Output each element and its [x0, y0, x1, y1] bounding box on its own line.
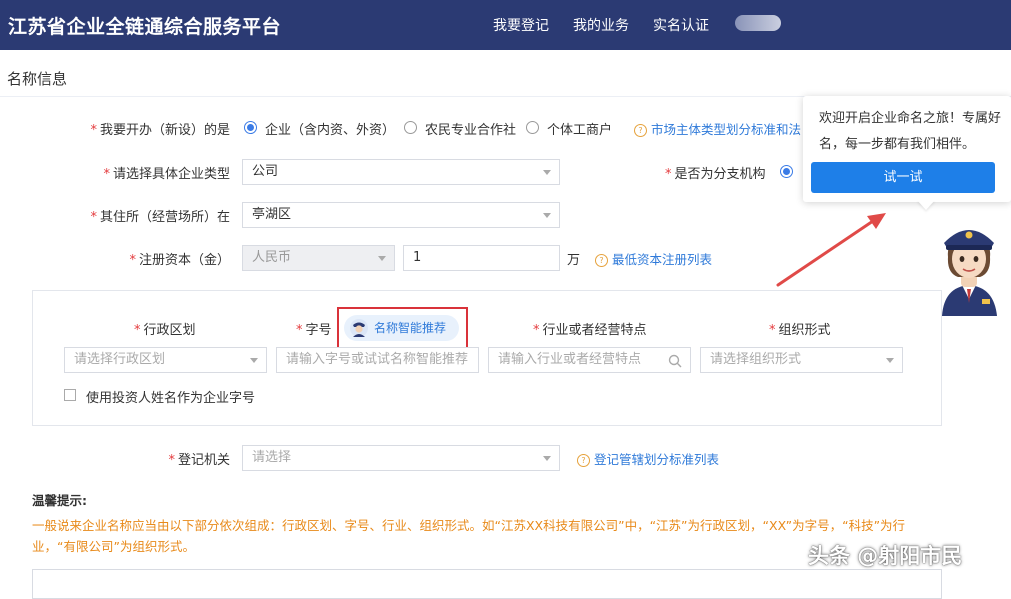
- residence-label: * 其住所（经营场所）在: [90, 210, 230, 225]
- chevron-down-icon: [543, 170, 551, 175]
- chevron-down-icon: [543, 213, 551, 218]
- header-notch: [708, 50, 1011, 60]
- capital-unit: 万: [567, 253, 581, 268]
- help-icon: ?: [634, 124, 647, 137]
- nav-user-blurred[interactable]: [735, 15, 781, 31]
- assistant-popup: 欢迎开启企业命名之旅！专属好名，每一步都有我们相伴。 试一试: [803, 96, 1011, 202]
- annotation-arrow-icon: [776, 213, 886, 287]
- popup-tail: [917, 200, 935, 210]
- registry-label: * 登记机关: [168, 453, 230, 468]
- radio-enterprise-label[interactable]: 企业（含内资、外资）: [265, 119, 395, 138]
- help-icon: ?: [577, 454, 590, 467]
- chevron-down-icon: [886, 358, 894, 363]
- radio-enterprise[interactable]: [244, 121, 257, 134]
- watermark: 头条 @射阳市民: [808, 544, 963, 568]
- entity-type-standard-link[interactable]: ? 市场主体类型划分标准和法: [634, 119, 801, 138]
- top-nav-bar: 江苏省企业全链通综合服务平台 我要登记 我的业务 实名认证: [0, 0, 1011, 50]
- capital-input[interactable]: 1: [403, 245, 560, 271]
- radio-cooperative-label[interactable]: 农民专业合作社: [425, 119, 516, 138]
- org-form-header: * 组织形式: [769, 323, 831, 338]
- tips-title: 温馨提示:: [32, 493, 87, 508]
- try-button[interactable]: 试一试: [811, 162, 995, 193]
- popup-text: 欢迎开启企业命名之旅！专属好名，每一步都有我们相伴。: [819, 111, 1002, 152]
- entity-type-label: * 我要开办（新设）的是: [90, 123, 230, 138]
- registry-select[interactable]: 请选择: [242, 445, 560, 471]
- zihao-header: * 字号: [296, 323, 332, 338]
- nav-register[interactable]: 我要登记: [493, 15, 549, 35]
- required-mark: *: [90, 123, 97, 138]
- min-capital-link[interactable]: ? 最低资本注册列表: [595, 249, 712, 268]
- assistant-avatar-icon: [350, 319, 368, 337]
- site-title: 江苏省企业全链通综合服务平台: [8, 16, 282, 38]
- next-section-box: [32, 569, 942, 599]
- chevron-down-icon: [378, 256, 386, 261]
- company-type-label: * 请选择具体企业类型: [103, 167, 230, 182]
- branch-label: * 是否为分支机构: [665, 167, 766, 182]
- help-icon: ?: [595, 254, 608, 267]
- tips-text: 一般说来企业名称应当由以下部分依次组成：行政区划、字号、行业、组织形式。如“江苏…: [32, 518, 906, 554]
- org-form-select[interactable]: 请选择组织形式: [700, 347, 903, 373]
- residence-select[interactable]: 亭湖区: [242, 202, 560, 228]
- industry-header: * 行业或者经营特点: [533, 323, 647, 338]
- use-investor-name-checkbox[interactable]: [64, 389, 76, 401]
- nav-my-business[interactable]: 我的业务: [573, 15, 629, 35]
- industry-input[interactable]: 请输入行业或者经营特点: [488, 347, 691, 373]
- chevron-down-icon: [250, 358, 258, 363]
- division-header: * 行政区划: [134, 323, 196, 338]
- section-title: 名称信息: [7, 70, 68, 88]
- zihao-input[interactable]: 请输入字号或试试名称智能推荐: [276, 347, 479, 373]
- use-investor-name-label[interactable]: 使用投资人姓名作为企业字号: [86, 387, 255, 406]
- smart-name-recommend-button[interactable]: 名称智能推荐: [344, 315, 459, 341]
- radio-cooperative[interactable]: [404, 121, 417, 134]
- radio-branch[interactable]: [780, 165, 793, 178]
- registry-standard-link[interactable]: ? 登记管辖划分标准列表: [577, 449, 719, 468]
- chevron-down-icon: [543, 456, 551, 461]
- nav-real-name-auth[interactable]: 实名认证: [653, 15, 709, 35]
- currency-select: 人民币: [242, 245, 395, 271]
- company-type-select[interactable]: 公司: [242, 159, 560, 185]
- capital-label: * 注册资本（金）: [129, 253, 230, 268]
- radio-individual-label[interactable]: 个体工商户: [547, 119, 612, 138]
- division-select[interactable]: 请选择行政区划: [64, 347, 267, 373]
- radio-individual[interactable]: [526, 121, 539, 134]
- search-icon[interactable]: [668, 354, 682, 368]
- assistant-character-icon[interactable]: [928, 213, 1011, 316]
